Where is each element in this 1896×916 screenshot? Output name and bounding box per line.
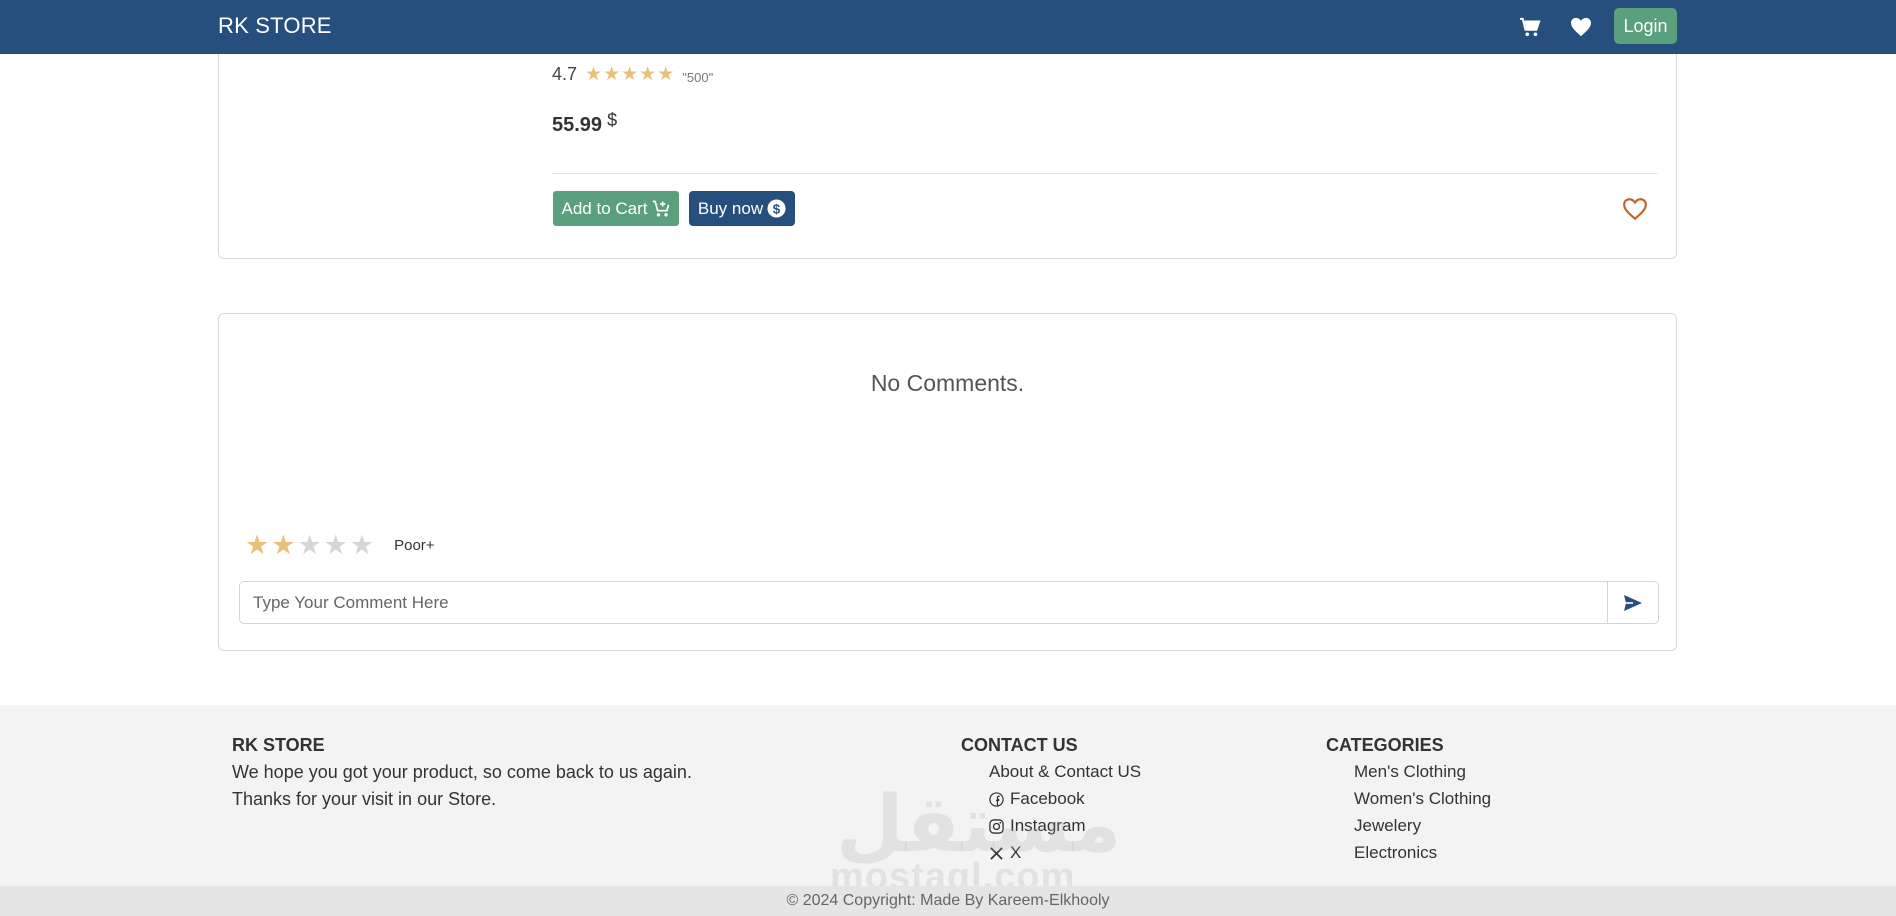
copyright-bar: © 2024 Copyright: Made By Kareem-Elkhool…	[0, 886, 1896, 916]
footer: RK STORE We hope you got your product, s…	[0, 705, 1896, 886]
product-rating: 4.7 ★ ★ ★ ★ ★ "500"	[552, 64, 713, 85]
copyright-text: © 2024 Copyright: Made By Kareem-Elkhool…	[786, 892, 1110, 909]
product-card	[218, 20, 1677, 259]
footer-link-x[interactable]: X	[989, 843, 1021, 863]
star-icon: ★	[639, 64, 657, 85]
star-icon: ★	[603, 64, 621, 85]
comment-input[interactable]	[240, 582, 1607, 623]
star-icon: ★	[657, 64, 675, 85]
heart-icon[interactable]	[1569, 15, 1593, 39]
divider	[552, 173, 1658, 174]
category-link[interactable]: Men's Clothing	[1354, 762, 1466, 782]
star-icon: ★	[621, 64, 639, 85]
rating-value: 4.7	[552, 64, 578, 84]
price-currency: $	[607, 110, 618, 130]
rating-star-2[interactable]: ★	[271, 532, 295, 559]
category-link[interactable]: Women's Clothing	[1354, 789, 1491, 809]
cart-plus-icon	[652, 200, 669, 216]
product-price: 55.99 $	[552, 110, 617, 137]
buy-now-button[interactable]: Buy now $	[689, 191, 795, 226]
navbar: RK STORE Login	[0, 0, 1896, 54]
footer-store-title: RK STORE	[232, 735, 325, 755]
facebook-icon	[989, 791, 1004, 807]
comment-rating: ★ ★ ★ ★ ★ Poor+	[245, 532, 435, 559]
footer-store-line2: Thanks for your visit in our Store.	[232, 789, 497, 809]
footer-categories-title: CATEGORIES	[1326, 735, 1444, 755]
cart-icon[interactable]	[1518, 15, 1542, 39]
send-button[interactable]	[1607, 582, 1658, 623]
brand-logo[interactable]: RK STORE	[218, 13, 332, 39]
footer-link-about[interactable]: About & Contact US	[989, 762, 1141, 782]
footer-link-facebook[interactable]: Facebook	[989, 789, 1085, 809]
rating-count: "500"	[682, 70, 714, 85]
footer-link-label: Instagram	[1010, 816, 1086, 835]
x-icon	[990, 846, 1003, 860]
wishlist-heart-icon[interactable]	[1622, 197, 1650, 223]
category-link[interactable]: Jewelery	[1354, 816, 1421, 836]
price-value: 55.99	[552, 114, 603, 136]
rating-star-5[interactable]: ★	[350, 532, 374, 559]
rating-star-1[interactable]: ★	[245, 532, 269, 559]
rating-star-4[interactable]: ★	[324, 532, 348, 559]
login-button[interactable]: Login	[1614, 8, 1677, 44]
star-icon: ★	[585, 64, 603, 85]
category-link[interactable]: Electronics	[1354, 843, 1437, 863]
footer-link-label: About & Contact US	[989, 762, 1142, 781]
no-comments-text: No Comments.	[870, 370, 1025, 396]
dollar-circle-icon: $	[767, 199, 786, 218]
comment-box	[239, 581, 1659, 624]
footer-link-label: Facebook	[1010, 789, 1085, 808]
buy-now-label: Buy now	[697, 198, 764, 218]
footer-link-label: X	[1010, 843, 1022, 862]
add-to-cart-button[interactable]: Add to Cart	[553, 191, 679, 226]
footer-contact-title: CONTACT US	[961, 735, 1078, 755]
footer-link-instagram[interactable]: Instagram	[989, 816, 1086, 836]
instagram-icon	[989, 818, 1004, 834]
add-to-cart-label: Add to Cart	[561, 198, 648, 218]
rating-star-3[interactable]: ★	[297, 532, 321, 559]
footer-store-line1: We hope you got your product, so come ba…	[232, 762, 692, 782]
svg-text:$: $	[773, 201, 781, 216]
rating-label: Poor+	[394, 537, 435, 554]
send-icon	[1624, 594, 1642, 611]
comments-card: No Comments. ★ ★ ★ ★ ★ Poor+	[218, 313, 1677, 651]
